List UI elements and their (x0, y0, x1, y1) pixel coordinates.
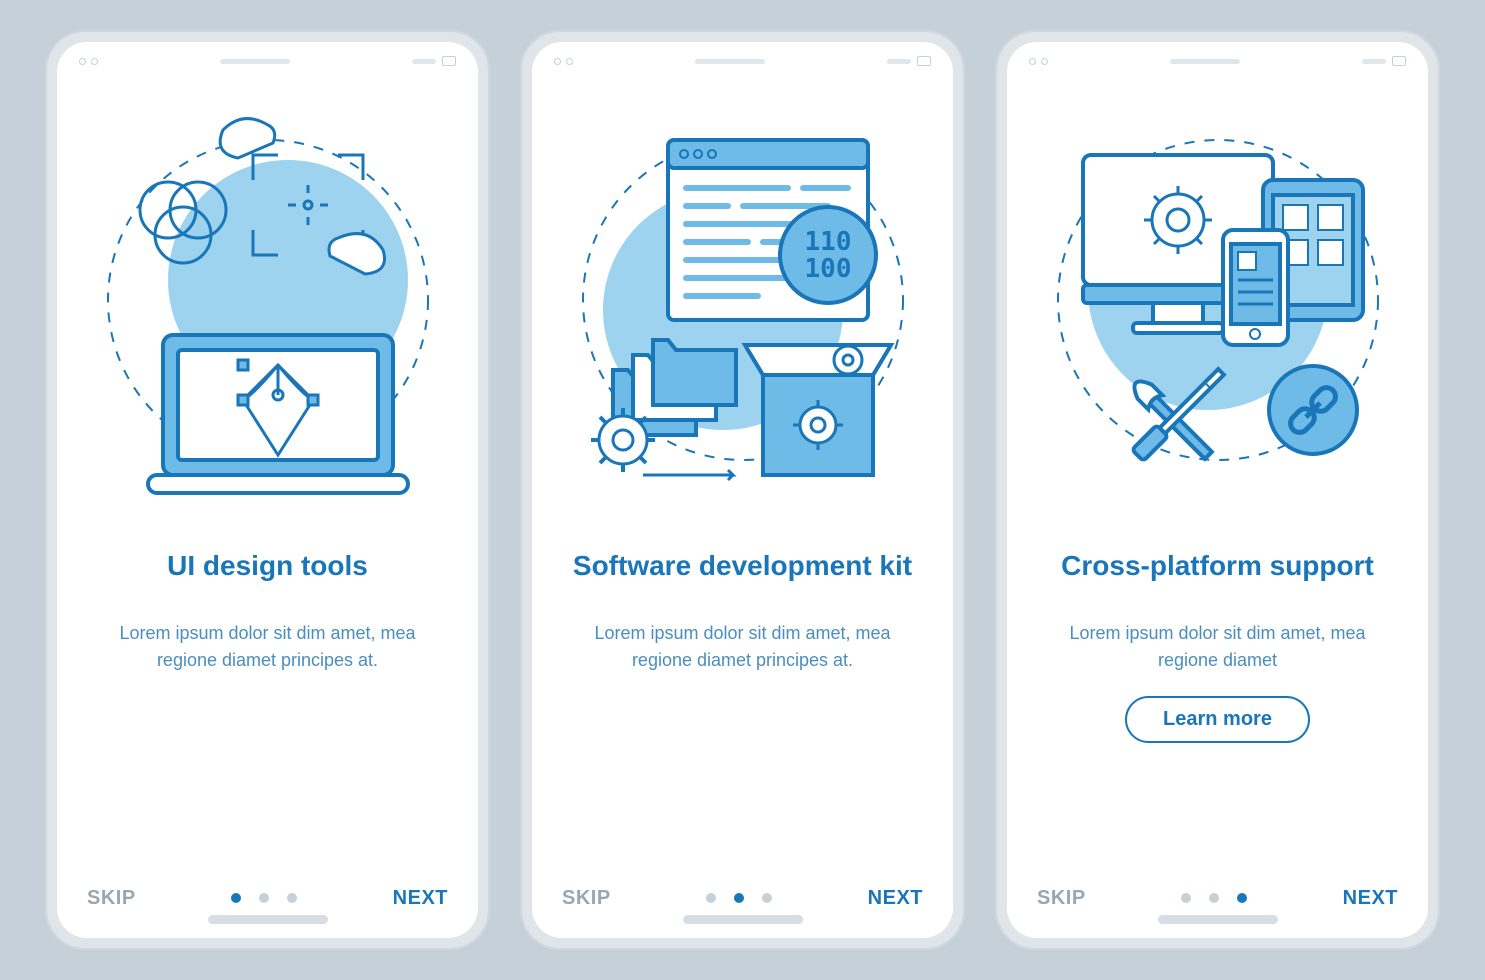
phone-frame-1: UI design tools Lorem ipsum dolor sit di… (45, 30, 490, 950)
page-indicator (231, 893, 297, 903)
status-bar (532, 42, 953, 70)
next-button[interactable]: NEXT (868, 887, 923, 910)
illustration-cross-platform (1007, 70, 1428, 530)
next-button[interactable]: NEXT (393, 887, 448, 910)
page-indicator (706, 893, 772, 903)
page-indicator (1181, 893, 1247, 903)
page-title: UI design tools (167, 530, 368, 600)
next-button[interactable]: NEXT (1343, 887, 1398, 910)
status-bar (57, 42, 478, 70)
phone-frame-3: Cross-platform support Lorem ipsum dolor… (995, 30, 1440, 950)
dot-2[interactable] (734, 893, 744, 903)
phone-frame-2: 110 100 (520, 30, 965, 950)
illustration-ui-design (57, 70, 478, 530)
page-title: Software development kit (573, 530, 912, 600)
skip-button[interactable]: SKIP (1037, 887, 1086, 910)
dot-1[interactable] (706, 893, 716, 903)
dot-1[interactable] (1181, 893, 1191, 903)
phone-screen-1: UI design tools Lorem ipsum dolor sit di… (57, 42, 478, 938)
dot-3[interactable] (287, 893, 297, 903)
dot-2[interactable] (1209, 893, 1219, 903)
dot-2[interactable] (259, 893, 269, 903)
page-description: Lorem ipsum dolor sit dim amet, mea regi… (572, 620, 913, 674)
page-description: Lorem ipsum dolor sit dim amet, mea regi… (1047, 620, 1388, 674)
phone-screen-2: 110 100 (532, 42, 953, 938)
phone-screen-3: Cross-platform support Lorem ipsum dolor… (1007, 42, 1428, 938)
svg-text:110: 110 (804, 227, 851, 257)
illustration-sdk: 110 100 (532, 70, 953, 530)
svg-text:100: 100 (804, 254, 851, 284)
dot-3[interactable] (1237, 893, 1247, 903)
page-title: Cross-platform support (1061, 530, 1374, 600)
home-indicator (1158, 915, 1278, 924)
status-bar (1007, 42, 1428, 70)
home-indicator (208, 915, 328, 924)
dot-1[interactable] (231, 893, 241, 903)
learn-more-button[interactable]: Learn more (1125, 696, 1310, 743)
page-description: Lorem ipsum dolor sit dim amet, mea regi… (97, 620, 438, 674)
home-indicator (683, 915, 803, 924)
dot-3[interactable] (762, 893, 772, 903)
skip-button[interactable]: SKIP (87, 887, 136, 910)
skip-button[interactable]: SKIP (562, 887, 611, 910)
